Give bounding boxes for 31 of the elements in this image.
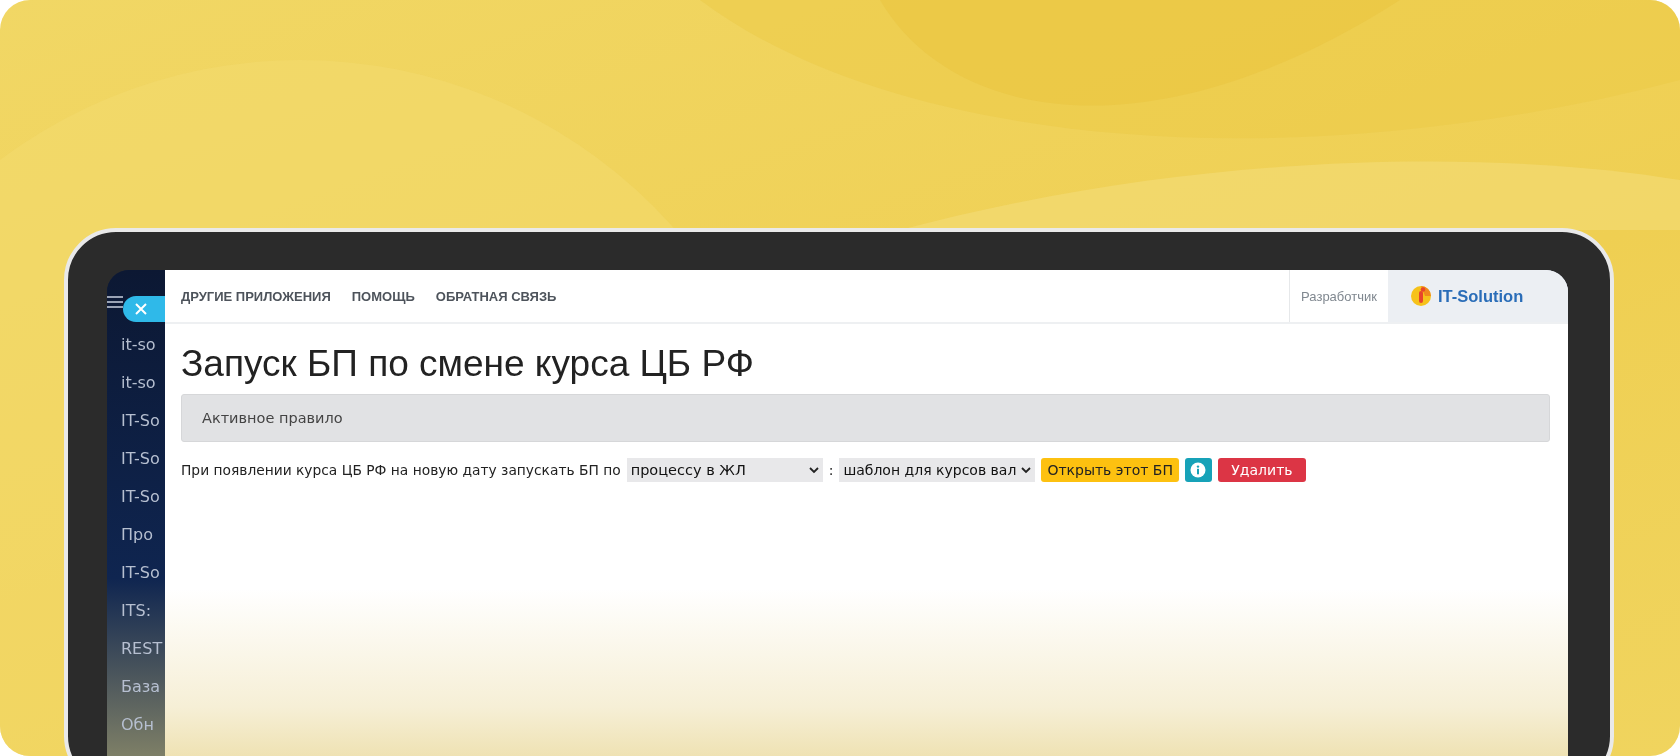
caret-icon [808,466,819,474]
rule-text: При появлении курса ЦБ РФ на новую дату запускать БП по [181,462,621,478]
nav-link[interactable]: ПОМОЩЬ [351,288,415,304]
sidebar-item[interactable]: Про [121,516,165,554]
caret-icon [1021,466,1032,474]
sidebar-item[interactable]: IT-So [121,554,165,592]
sidebar-item[interactable]: ITS: [121,592,165,630]
sidebar-item[interactable]: База [121,668,165,706]
open-button[interactable]: Открыть этот БП [1041,458,1179,482]
nav-link[interactable]: ОБРАТНАЯ СВЯЗЬ [435,288,557,304]
close-icon [135,303,147,315]
template-select[interactable]: шаблон для курсов вал [839,458,1036,482]
delete-button[interactable]: Удалить [1217,458,1306,482]
sidebar-item[interactable]: it-so [121,326,165,364]
info-icon [1190,462,1207,478]
process-select[interactable]: процессу в ЖЛ [626,458,823,482]
sidebar-item[interactable]: it-so [121,364,165,402]
sidebar-item[interactable]: IT-So [121,478,165,516]
nav-link[interactable]: ДРУГИЕ ПРИЛОЖЕНИЯ [181,288,331,304]
logo-icon [1410,285,1432,307]
sidebar-item[interactable]: REST [121,630,165,668]
close-button[interactable] [123,296,165,322]
panel-heading: Активное правило [202,410,343,426]
brand-name: IT-Solution [1438,286,1524,306]
sidebar-item[interactable]: IT-So [121,402,165,440]
sidebar-item[interactable]: IT-So [121,440,165,478]
info-button[interactable] [1184,458,1212,482]
separator: : [828,462,834,478]
role-label[interactable]: Разработчик [1301,288,1377,304]
page-title: Запуск БП по смене курса ЦБ РФ [181,342,755,386]
menu-icon[interactable] [107,296,123,308]
